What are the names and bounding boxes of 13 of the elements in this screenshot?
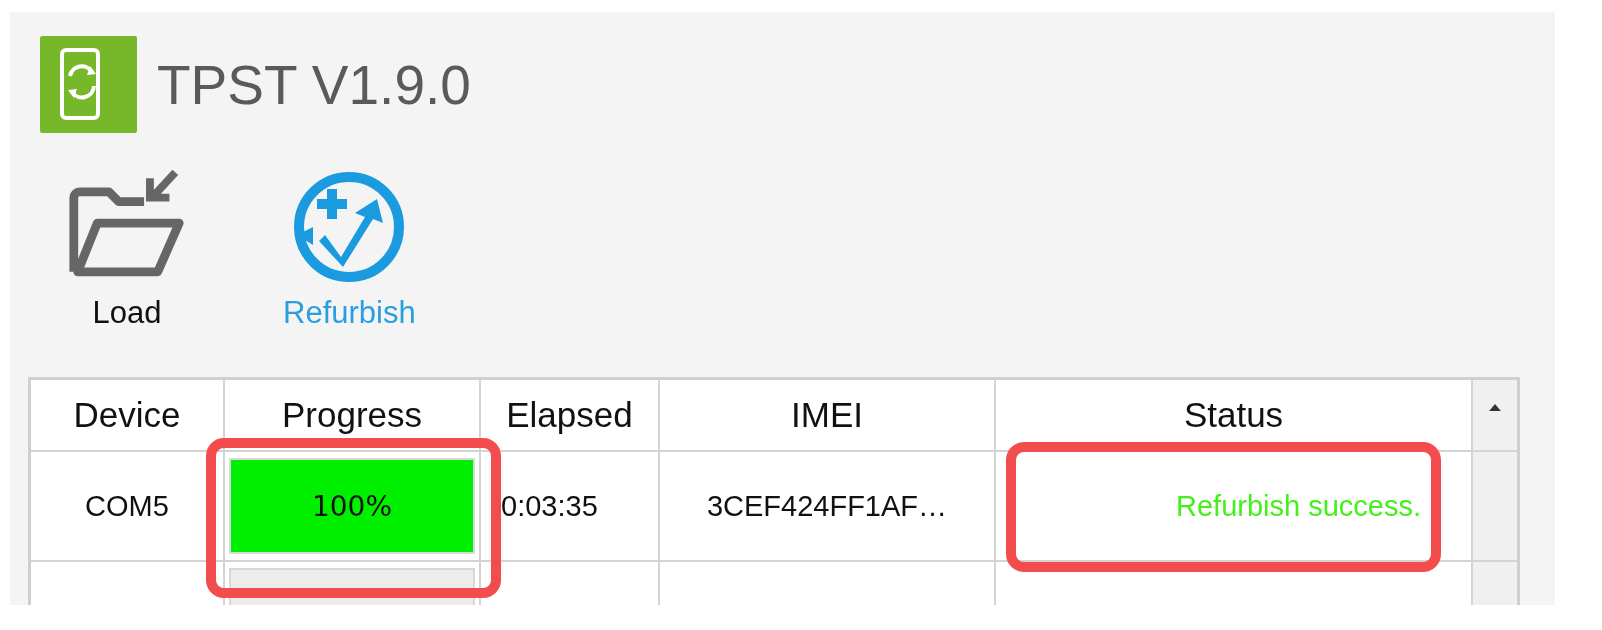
column-header: Progress <box>225 380 481 452</box>
scroll-up-icon[interactable] <box>1489 404 1501 411</box>
elapsed-cell: 0:03:35 <box>501 489 598 523</box>
load-button[interactable]: Load <box>66 169 188 331</box>
app-title: TPST V1.9.0 <box>157 52 471 117</box>
column-header: Elapsed <box>481 380 660 452</box>
imei-cell: 3CEF424FF1AF… <box>706 489 948 523</box>
progress-percent: 100% <box>311 489 393 523</box>
column-header: IMEI <box>660 380 996 452</box>
status-text: Refurbish success. <box>1176 489 1421 523</box>
phone-sync-logo-icon <box>40 36 137 133</box>
column-header: Device <box>31 380 225 452</box>
device-cell: COM5 <box>85 489 169 523</box>
